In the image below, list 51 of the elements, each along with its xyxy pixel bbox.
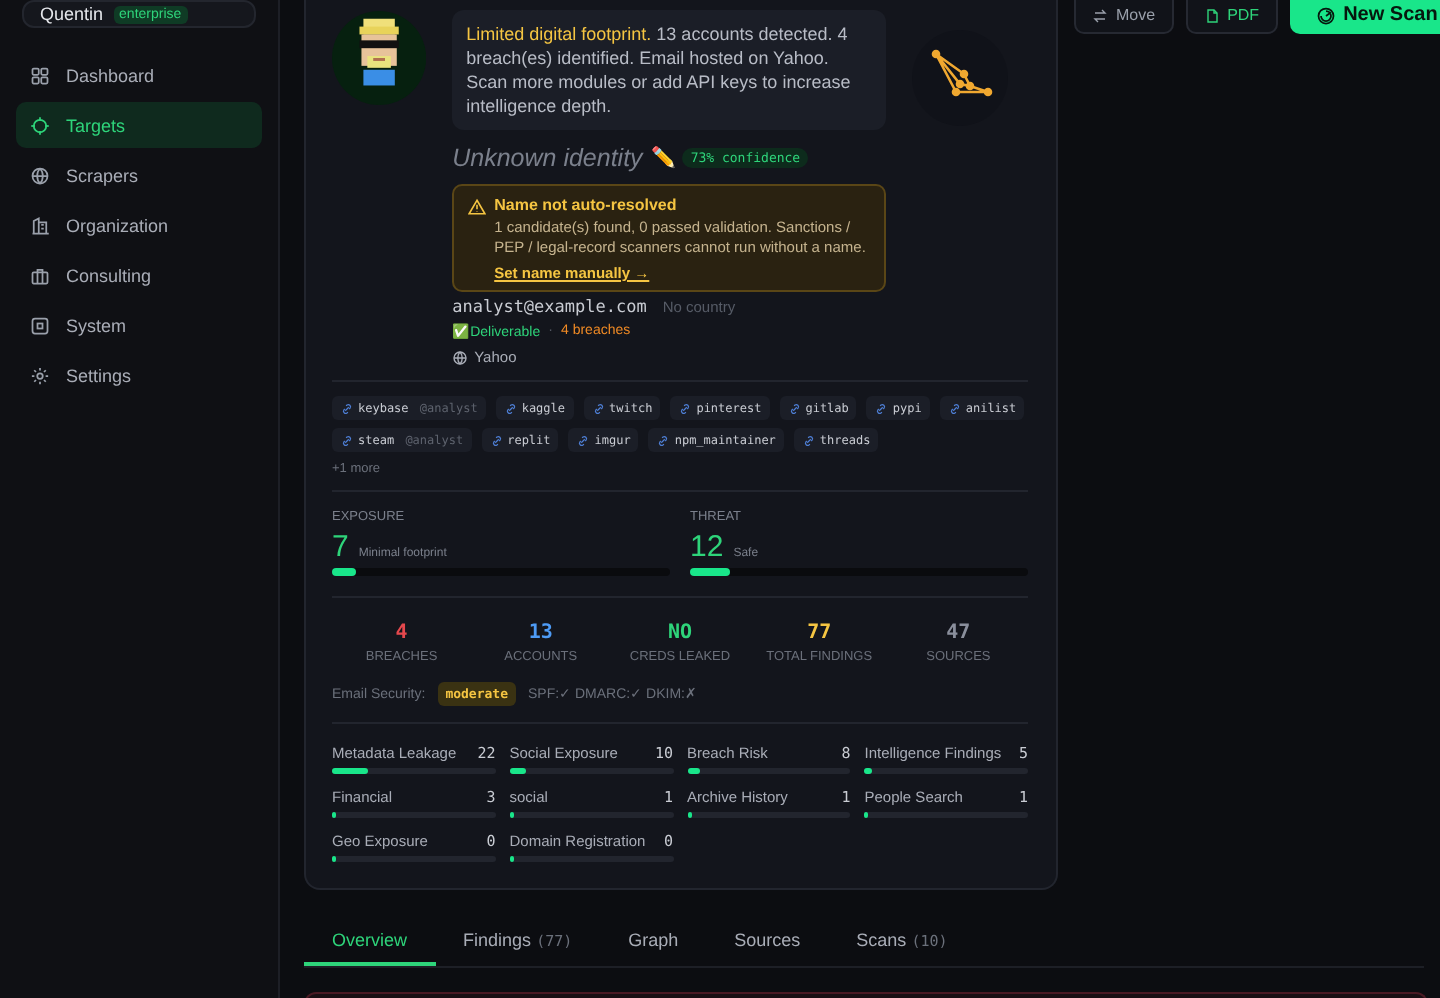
globe-icon	[452, 349, 469, 365]
avatar-drawing	[332, 10, 427, 106]
user-name: Quentin	[40, 4, 104, 24]
link-icon	[591, 401, 606, 415]
link-icon	[340, 433, 354, 447]
email-address: analyst@example.com	[452, 298, 647, 318]
sidebar-item[interactable]: Targets	[16, 102, 262, 148]
sidebar-item[interactable]: System	[16, 302, 262, 348]
settings-icon	[30, 365, 50, 385]
edit-button[interactable]: ✏	[650, 146, 675, 170]
stat-value: 13	[526, 622, 555, 644]
stat-value: 77	[805, 622, 834, 644]
stat-value: 4	[393, 622, 410, 644]
swap-icon	[1092, 7, 1108, 23]
sidebar-item[interactable]: Settings	[16, 352, 262, 398]
sidebar-item[interactable]: Scrapers	[16, 152, 262, 198]
sidebar-item[interactable]: Organization	[16, 202, 262, 248]
stat-value: NO	[665, 622, 695, 644]
globe-icon	[30, 165, 50, 185]
warning-icon	[468, 198, 487, 216]
briefcase-icon	[30, 265, 50, 285]
link-icon	[489, 433, 504, 447]
link-icon	[503, 401, 518, 415]
target-icon	[30, 115, 50, 135]
pdf-button[interactable]: PDF	[1185, 0, 1278, 34]
chip-icon	[30, 315, 50, 335]
new-scan-button[interactable]: New Scan	[1289, 0, 1440, 34]
link-icon	[874, 401, 889, 415]
warning-title: Name not auto-resolved	[494, 196, 679, 214]
link-icon	[576, 433, 591, 447]
radar-icon	[1315, 5, 1336, 25]
link-icon	[801, 433, 816, 447]
sidebar-item[interactable]: Dashboard	[16, 52, 262, 98]
identity-name: Unknown identity	[452, 144, 643, 172]
link-icon	[678, 401, 693, 415]
score-value: 7	[332, 530, 349, 564]
tab[interactable]: Sources	[706, 930, 829, 966]
file-icon	[1203, 7, 1220, 23]
sidebar-item[interactable]: Consulting	[16, 252, 262, 298]
link-icon	[656, 433, 671, 447]
link-icon	[340, 401, 354, 415]
score-value: 12	[690, 530, 724, 564]
tab[interactable]: Graph	[600, 930, 707, 966]
building-icon	[30, 215, 50, 235]
move-button[interactable]: Move	[1074, 0, 1174, 34]
stat-value: 47	[944, 622, 973, 644]
grid-icon	[30, 65, 50, 85]
summary-text: Limited digital footprint. 13 accounts detected. 4 breach(es) identified. Email hosted on Yahoo. Scan more modules or add API keys to increase intelligence depth.	[452, 10, 886, 130]
link-icon	[787, 401, 802, 415]
tab[interactable]: Overview	[304, 930, 436, 966]
link-icon	[947, 401, 962, 415]
